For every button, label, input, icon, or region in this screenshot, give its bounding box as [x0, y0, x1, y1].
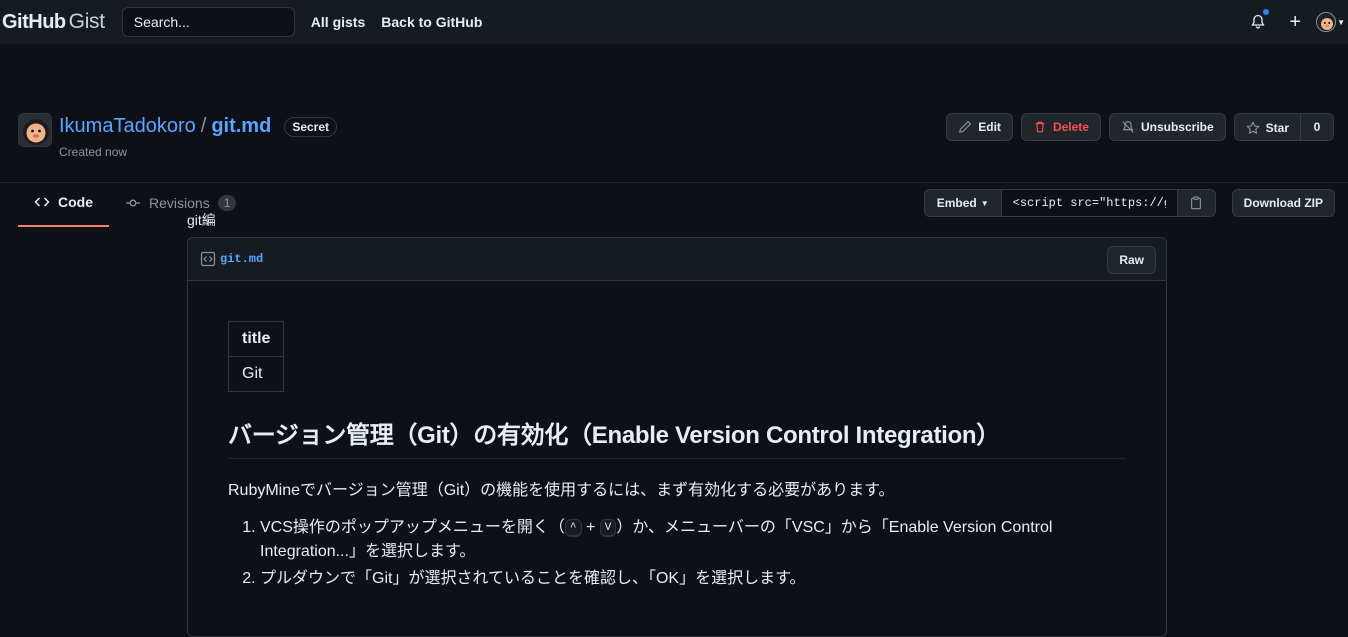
gist-actions: Edit Delete Unsubscribe Star 0	[946, 113, 1334, 141]
revisions-counter: 1	[217, 194, 237, 211]
owner-avatar[interactable]	[18, 113, 52, 147]
all-gists-link[interactable]: All gists	[311, 14, 365, 30]
file-name-link[interactable]: git.md	[220, 252, 263, 266]
notification-dot	[1262, 8, 1271, 16]
list-item: VCS操作のポップアップメニューを開く（^ + V）か、メニューバーの「VSC」…	[260, 516, 1088, 564]
gist-tabs: Code Revisions 1	[18, 178, 252, 227]
trash-icon	[1035, 121, 1045, 133]
search-input[interactable]	[121, 7, 295, 37]
github-gist-logo[interactable]: GitHub Gist	[2, 10, 105, 34]
bell-icon[interactable]	[1250, 8, 1271, 30]
gist-description: git編	[187, 212, 216, 228]
secret-badge: Secret	[284, 116, 338, 137]
unsubscribe-label: Unsubscribe	[1140, 120, 1214, 134]
gist-title: IkumaTadokoro / git.md Secret	[59, 115, 338, 138]
bell-slash-icon	[1122, 121, 1134, 133]
tab-revisions[interactable]: Revisions 1	[109, 178, 252, 227]
embed-dropdown-button[interactable]: Embed ▼	[923, 189, 1002, 217]
owner-link[interactable]: IkumaTadokoro	[59, 115, 196, 138]
kbd-v-key: V	[599, 518, 617, 537]
unsubscribe-button[interactable]: Unsubscribe	[1108, 113, 1226, 141]
title-separator: /	[200, 115, 207, 137]
top-right-actions: + ▼	[1250, 0, 1348, 44]
embed-label: Embed	[936, 196, 977, 210]
table-value-cell: Git	[227, 356, 285, 392]
star-label: Star	[1265, 121, 1289, 135]
edit-label: Edit	[978, 120, 1001, 134]
list-item: プルダウンで「Git」が選択されていることを確認し、「OK」を選択します。	[260, 567, 1088, 591]
logo-github-text: GitHub	[2, 11, 66, 33]
chevron-down-icon: ▼	[980, 198, 989, 208]
embed-toolbar: Embed ▼ Download ZIP	[923, 189, 1335, 217]
gist-header: IkumaTadokoro / git.md Secret Created no…	[0, 44, 1348, 227]
markdown-heading: バージョン管理（Git）の有効化（Enable Version Control …	[228, 415, 1126, 459]
markdown-paragraph: RubyMineでバージョン管理（Git）の機能を使用するには、まず有効化する必…	[228, 482, 895, 499]
file-header: git.md Raw	[188, 238, 1166, 281]
created-timestamp: Created now	[59, 145, 128, 159]
tab-code-label: Code	[58, 193, 93, 210]
copy-button[interactable]	[1177, 189, 1216, 217]
markdown-ordered-list: VCS操作のポップアップメニューを開く（^ + V）か、メニューバーの「VSC」…	[228, 516, 1088, 591]
chevron-down-icon[interactable]: ▼	[1337, 18, 1345, 27]
back-to-github-link[interactable]: Back to GitHub	[381, 14, 482, 30]
embed-url-field[interactable]	[1001, 189, 1178, 217]
star-group: Star 0	[1233, 113, 1334, 141]
frontmatter-table: title Git	[227, 321, 285, 392]
plus-icon[interactable]: +	[1289, 12, 1301, 32]
kbd-ctrl-key: ^	[564, 518, 582, 537]
pencil-icon	[959, 120, 972, 133]
delete-button[interactable]: Delete	[1020, 113, 1101, 141]
logo-gist-text: Gist	[68, 10, 105, 33]
gist-filename-link[interactable]: git.md	[211, 115, 271, 138]
git-commit-icon	[126, 199, 140, 206]
star-button[interactable]: Star	[1234, 114, 1300, 140]
tab-revisions-label: Revisions	[149, 194, 210, 211]
star-icon	[1245, 121, 1260, 135]
clipboard-icon	[1191, 196, 1202, 210]
edit-button[interactable]: Edit	[946, 113, 1013, 141]
raw-button[interactable]: Raw	[1107, 246, 1156, 274]
user-avatar[interactable]	[1316, 12, 1337, 32]
markdown-body: title Git バージョン管理（Git）の有効化（Enable Versio…	[188, 281, 1166, 634]
file-code-icon	[200, 251, 216, 267]
delete-label: Delete	[1052, 120, 1089, 134]
star-count[interactable]: 0	[1300, 114, 1333, 140]
table-header-cell: title	[227, 321, 285, 357]
download-zip-button[interactable]: Download ZIP	[1231, 189, 1335, 217]
top-navigation: GitHub Gist All gists Back to GitHub + ▼	[0, 0, 1348, 44]
embed-group: Embed ▼	[923, 189, 1216, 217]
plus-sign: +	[585, 519, 596, 536]
tab-code[interactable]: Code	[18, 178, 109, 227]
file-container: git.md Raw title Git バージョン管理（Git）の有効化（En…	[187, 237, 1167, 637]
code-icon	[34, 196, 50, 207]
step1-text-start: VCS操作のポップアップメニューを開く（	[260, 519, 565, 536]
